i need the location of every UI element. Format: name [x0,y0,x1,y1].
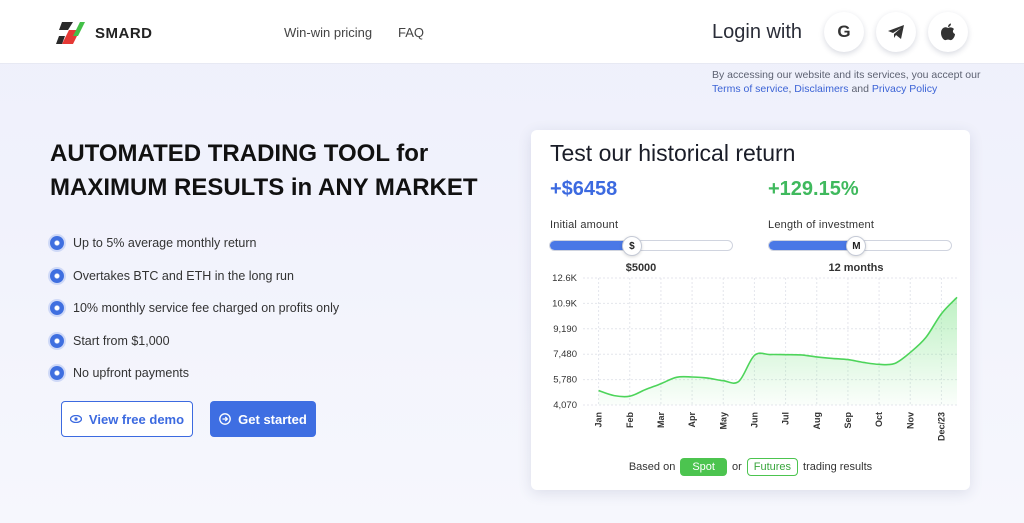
x-tick-label: Jun [749,412,759,428]
based-on-row: Based on Spot or Futures trading results [531,458,970,476]
series-area [598,297,957,405]
terms-of-service-link[interactable]: Terms of service [712,83,788,95]
terms-separator: , [788,83,792,95]
x-tick-label: Mar [656,412,666,429]
bullet-icon [50,366,64,381]
length-slider-fill [769,241,857,250]
brand-logo[interactable]: SMARD [56,18,153,48]
amount-slider-thumb[interactable]: $ [621,236,642,256]
top-bar: SMARD Win-win pricing FAQ Login with G [0,0,1024,64]
bullet-icon [50,301,64,316]
x-tick-label: Nov [905,412,915,429]
get-started-button[interactable]: Get started [210,401,316,437]
nav-link-pricing[interactable]: Win-win pricing [284,25,372,40]
x-tick-label: Apr [687,412,697,428]
y-tick-label: 5,780 [553,375,577,386]
nav-link-faq[interactable]: FAQ [398,25,424,40]
return-amount: +$6458 [550,178,618,200]
card-title: Test our historical return [550,140,796,166]
list-item: Up to 5% average monthly return [50,227,339,260]
feature-text: Overtakes BTC and ETH in the long run [73,268,294,283]
feature-text: Start from $1,000 [73,333,170,348]
list-item: Overtakes BTC and ETH in the long run [50,260,339,293]
x-tick-label: Feb [625,412,635,429]
terms-notice: By accessing our website and its service… [712,68,1002,96]
arrow-circle-icon [219,413,232,425]
list-item: No upfront payments [50,357,339,390]
return-percent: +129.15% [768,178,859,200]
length-slider-thumb[interactable]: M [846,236,867,256]
or-text: or [731,461,742,473]
x-tick-label: Jan [594,412,604,428]
eye-icon [69,415,82,423]
x-tick-label: Sep [843,412,853,429]
feature-text: Up to 5% average monthly return [73,236,257,251]
headline-line-1: AUTOMATED TRADING TOOL for [50,140,429,167]
futures-toggle[interactable]: Futures [746,458,799,476]
initial-amount-slider[interactable]: $ [549,236,733,256]
length-slider[interactable]: M [768,236,952,256]
y-tick-label: 10.9K [552,298,577,309]
telegram-icon [888,25,904,39]
apple-login-button[interactable] [928,12,968,52]
y-tick-label: 4,070 [553,400,577,411]
x-tick-label: Aug [812,412,822,430]
view-demo-button[interactable]: View free demo [61,401,193,437]
length-label: Length of investment [768,219,875,231]
get-started-label: Get started [238,411,307,427]
feature-list: Up to 5% average monthly return Overtake… [50,227,339,390]
bullet-icon [50,236,64,251]
initial-amount-label: Initial amount [550,219,619,231]
list-item: Start from $1,000 [50,325,339,358]
y-tick-label: 12.6K [552,273,577,284]
list-item: 10% monthly service fee charged on profi… [50,292,339,325]
bullet-icon [50,333,64,348]
y-tick-label: 9,190 [553,324,577,335]
feature-text: No upfront payments [73,366,190,381]
historical-return-card: Test our historical return +$6458 +129.1… [531,130,970,490]
headline-line-2: MAXIMUM RESULTS in ANY MARKET [50,174,478,201]
google-login-button[interactable]: G [824,12,864,52]
terms-and: and [851,83,869,95]
x-tick-label: Oct [874,412,884,427]
apple-icon [941,23,955,41]
amount-slider-fill [550,241,632,250]
login-label: Login with [712,21,803,43]
trading-results-text: trading results [803,461,873,473]
spot-toggle[interactable]: Spot [680,458,727,476]
x-tick-label: May [718,412,728,430]
return-chart: 4,070 5,780 7,480 9,190 10.9K 12.6K Jan Feb Mar A… [552,273,958,441]
brand-name: SMARD [95,24,153,42]
bullet-icon [50,268,64,283]
x-tick-label: Jul [781,412,791,425]
based-on-text: Based on [628,461,676,473]
y-tick-label: 7,480 [553,349,577,360]
privacy-policy-link[interactable]: Privacy Policy [872,83,937,95]
terms-text: By accessing our website and its service… [712,69,981,81]
x-tick-label: Dec/23 [936,412,946,441]
google-icon: G [837,22,851,41]
hero-headline: AUTOMATED TRADING TOOL for MAXIMUM RESUL… [50,137,510,205]
disclaimers-link[interactable]: Disclaimers [794,83,848,95]
view-demo-label: View free demo [88,411,185,427]
feature-text: 10% monthly service fee charged on profi… [73,301,340,316]
smard-logo-icon [56,22,85,44]
telegram-login-button[interactable] [876,12,916,52]
